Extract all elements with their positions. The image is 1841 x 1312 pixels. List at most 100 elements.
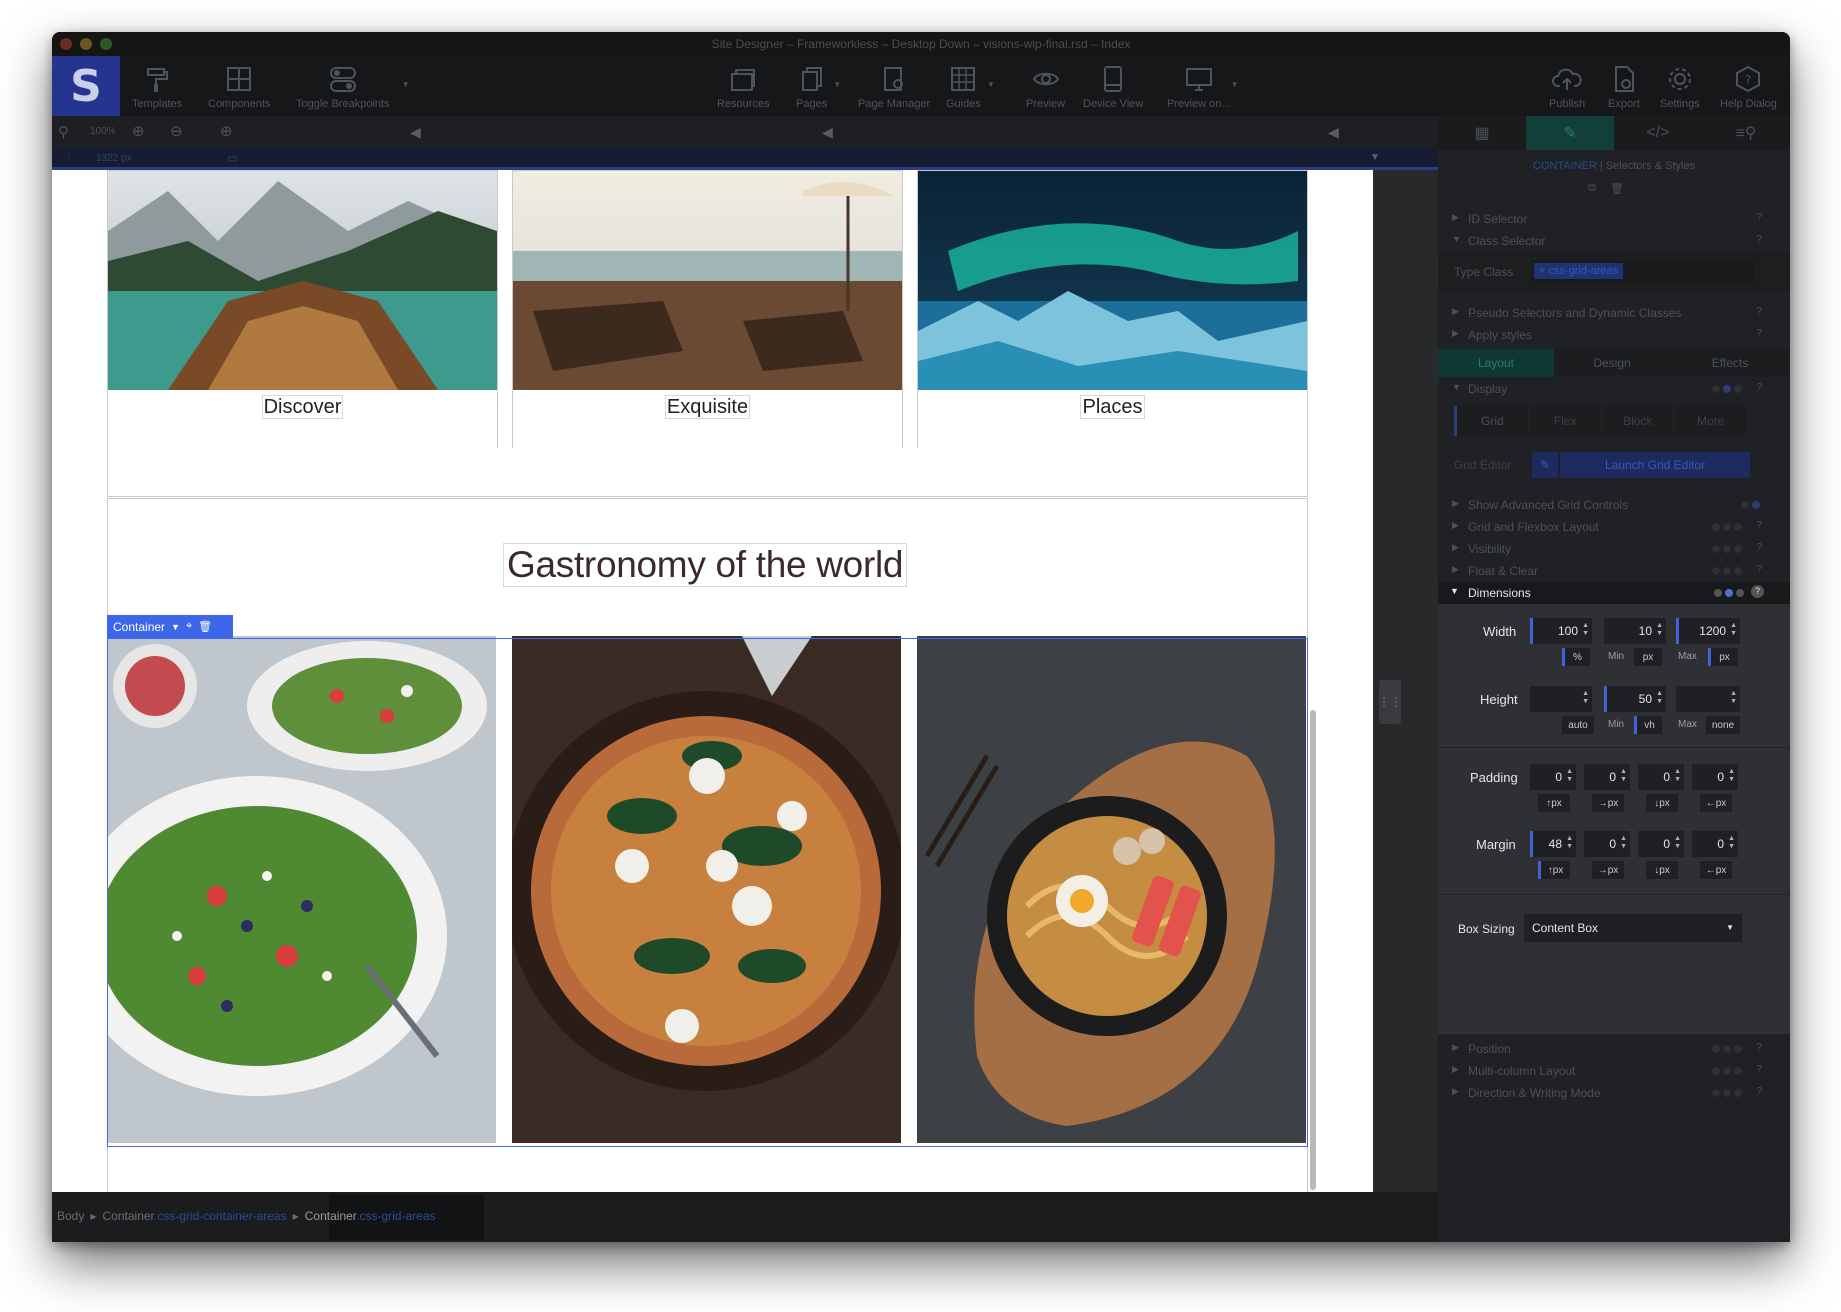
margin-right-input[interactable]: 0 ▲ ▼ [1584, 831, 1630, 857]
toggle-dots[interactable] [1741, 501, 1760, 509]
preview-on-button[interactable]: Preview on... ▼ [1167, 64, 1239, 110]
row-display[interactable]: ▼ Display? [1438, 378, 1790, 400]
breakpoint-center-arrow-icon[interactable]: ◀ [822, 124, 833, 141]
padding-bottom-input[interactable]: 0 ▲ ▼ [1638, 764, 1684, 790]
stepper-icon[interactable]: ▲ ▼ [1620, 835, 1627, 851]
stepper-icon[interactable]: ▲ ▼ [1728, 768, 1735, 784]
canvas-resize-handle[interactable]: ⋮⋮ [1378, 680, 1402, 724]
desktop-icon[interactable]: ▭ [227, 151, 238, 165]
row-visibility[interactable]: ▶ Visibility? [1438, 538, 1790, 560]
height-max-input[interactable]: ▲ ▼ [1676, 686, 1740, 712]
row-dimensions[interactable]: ▼ Dimensions ? [1438, 582, 1790, 604]
margin-bottom-unit[interactable]: ↓px [1646, 861, 1678, 879]
padding-right-unit[interactable]: →px [1592, 794, 1624, 812]
pages-button[interactable]: Pages ▼ [796, 64, 841, 110]
height-unit[interactable]: auto [1562, 716, 1594, 734]
components-button[interactable]: Components [208, 64, 270, 110]
settings-button[interactable]: Settings [1660, 64, 1700, 110]
row-grid-flexbox[interactable]: ▶ Grid and Flexbox Layout? [1438, 516, 1790, 538]
device-view-button[interactable]: Device View [1083, 64, 1143, 110]
tab-design[interactable]: Design [1554, 349, 1670, 377]
search-icon[interactable]: ⚲ [58, 123, 69, 141]
preview-button[interactable]: Preview [1026, 64, 1065, 110]
display-more-option[interactable]: More [1675, 406, 1746, 436]
page-manager-button[interactable]: Page Manager [858, 64, 930, 110]
help-icon[interactable]: ? [1756, 520, 1762, 531]
height-min-unit[interactable]: vh [1634, 716, 1662, 734]
card-discover[interactable]: Discover [107, 170, 498, 450]
stepper-icon[interactable]: ▲ ▼ [1620, 768, 1627, 784]
class-chip[interactable]: × css-grid-areas [1534, 263, 1624, 279]
row-pseudo-selectors[interactable]: ▶ Pseudo Selectors and Dynamic Classes? [1438, 302, 1790, 324]
height-max-unit[interactable]: none [1706, 716, 1740, 734]
card-exquisite[interactable]: Exquisite [512, 170, 903, 450]
tab-code[interactable]: </> [1614, 116, 1702, 150]
design-canvas[interactable]: Discover Exquisite Places Gastronomy of … [52, 170, 1373, 1192]
container-selection-tag[interactable]: Container ▼ ⌖ 🗑 [107, 615, 233, 638]
card-places[interactable]: Places [917, 170, 1308, 450]
tab-structure[interactable]: ▦ [1438, 116, 1526, 150]
toggle-breakpoints-button[interactable]: Toggle Breakpoints ▼ [296, 64, 410, 110]
launch-grid-editor-button[interactable]: Launch Grid Editor [1560, 452, 1750, 478]
templates-button[interactable]: Templates [132, 64, 182, 110]
padding-top-unit[interactable]: ↑px [1538, 794, 1570, 812]
copy-icon[interactable]: ⧉ [1588, 182, 1596, 195]
section-heading[interactable]: Gastronomy of the world [503, 543, 908, 587]
box-sizing-select[interactable]: Content Box ▼ [1524, 914, 1742, 942]
width-unit[interactable]: % [1562, 648, 1590, 666]
padding-right-input[interactable]: 0 ▲ ▼ [1584, 764, 1630, 790]
width-min-input[interactable]: 10 ▲ ▼ [1604, 618, 1666, 644]
help-icon[interactable]: ? [1756, 306, 1762, 317]
stepper-icon[interactable]: ▲ ▼ [1730, 622, 1737, 638]
pencil-icon[interactable]: ✎ [1532, 452, 1558, 478]
padding-left-input[interactable]: 0 ▲ ▼ [1692, 764, 1738, 790]
width-max-unit[interactable]: px [1708, 648, 1738, 666]
display-block-option[interactable]: Block [1602, 406, 1674, 436]
help-icon[interactable]: ? [1756, 542, 1762, 553]
ruler-handle-icon[interactable]: ⋮ [64, 152, 74, 163]
help-icon[interactable]: ? [1751, 585, 1764, 598]
row-position[interactable]: ▶ Position? [1438, 1038, 1790, 1060]
stepper-icon[interactable]: ▲ ▼ [1674, 835, 1681, 851]
ruler-marker-icon[interactable]: ▼ [1370, 152, 1380, 163]
zoom-in-icon[interactable]: ⊕ [132, 122, 145, 140]
zoom-level[interactable]: 100% [90, 126, 116, 137]
row-advanced-grid[interactable]: ▶ Show Advanced Grid Controls [1438, 494, 1790, 516]
margin-left-input[interactable]: 0 ▲ ▼ [1692, 831, 1738, 857]
row-class-selector[interactable]: ▼ Class Selector? [1438, 230, 1790, 252]
display-grid-option[interactable]: Grid [1454, 406, 1528, 436]
row-id-selector[interactable]: ▶ ID Selector? [1438, 208, 1790, 230]
margin-bottom-input[interactable]: 0 ▲ ▼ [1638, 831, 1684, 857]
width-min-unit[interactable]: px [1634, 648, 1662, 666]
stepper-icon[interactable]: ▲ ▼ [1730, 690, 1737, 706]
help-icon[interactable]: ? [1756, 1042, 1762, 1053]
help-icon[interactable]: ? [1756, 1086, 1762, 1097]
stepper-icon[interactable]: ▲ ▼ [1566, 835, 1573, 851]
stepper-icon[interactable]: ▲ ▼ [1582, 690, 1589, 706]
type-class-input[interactable]: × css-grid-areas [1532, 261, 1754, 283]
canvas-scrollbar[interactable] [1310, 710, 1316, 1190]
help-icon[interactable]: ? [1756, 1064, 1762, 1075]
minus-circle-icon[interactable]: ⊖ [170, 122, 183, 140]
row-multi-column[interactable]: ▶ Multi-column Layout? [1438, 1060, 1790, 1082]
help-icon[interactable]: ? [1756, 328, 1762, 339]
chevron-down-icon[interactable]: ▼ [171, 622, 180, 632]
export-button[interactable]: Export [1608, 64, 1640, 110]
margin-top-input[interactable]: 48 ▲ ▼ [1530, 831, 1576, 857]
stepper-icon[interactable]: ▲ ▼ [1566, 768, 1573, 784]
stepper-icon[interactable]: ▲ ▼ [1656, 622, 1663, 638]
plus-circle-icon[interactable]: ⊕ [220, 122, 233, 140]
stepper-icon[interactable]: ▲ ▼ [1582, 622, 1589, 638]
tab-search[interactable]: ≡⚲ [1702, 116, 1790, 150]
help-icon[interactable]: ? [1756, 212, 1762, 223]
padding-bottom-unit[interactable]: ↓px [1646, 794, 1678, 812]
width-ruler[interactable]: ⋮ 1322 px ▭ ▼ [52, 148, 1438, 170]
height-input[interactable]: ▲ ▼ [1530, 686, 1592, 712]
tab-layout[interactable]: Layout [1438, 349, 1554, 377]
select-parent-icon[interactable]: ⌖ [186, 620, 192, 633]
help-icon[interactable]: ? [1756, 564, 1762, 575]
trash-icon[interactable]: 🗑 [1610, 182, 1624, 195]
row-direction-writing[interactable]: ▶ Direction & Writing Mode? [1438, 1082, 1790, 1104]
help-icon[interactable]: ? [1756, 382, 1762, 393]
stepper-icon[interactable]: ▲ ▼ [1728, 835, 1735, 851]
